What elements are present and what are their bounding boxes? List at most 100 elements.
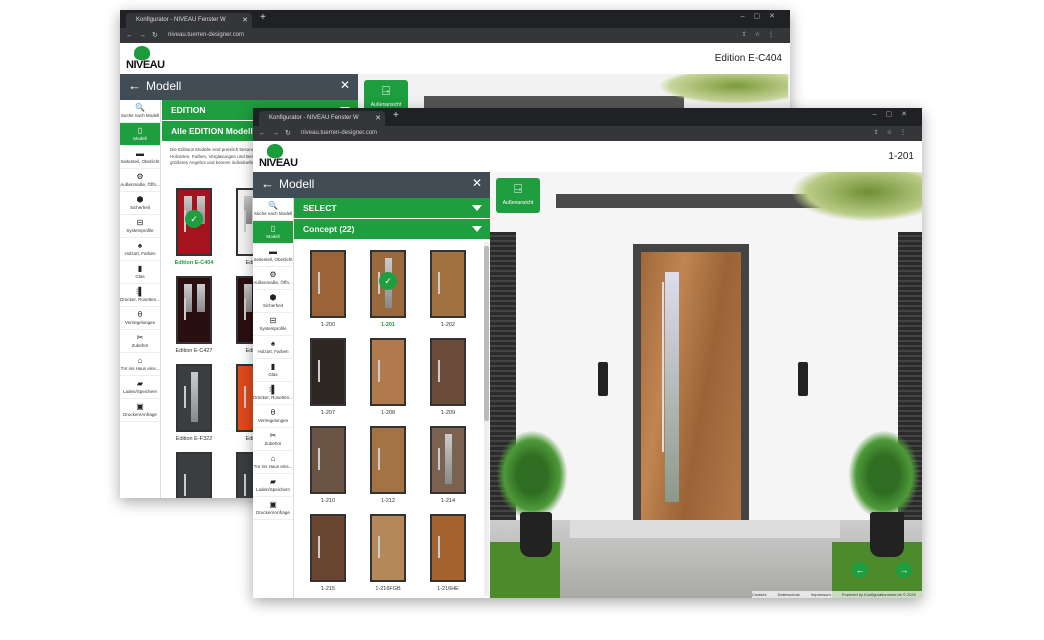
page-footer: Cookies Datenschutz Impressum Powered by…	[752, 591, 922, 598]
sidebar-item[interactable]: ♠ Holzart, Farben	[253, 336, 293, 359]
door-thumbnail[interactable]	[176, 276, 212, 344]
close-icon[interactable]: ✕	[472, 176, 482, 190]
sidebar-item[interactable]: ▮ Glas	[253, 359, 293, 382]
door-handle	[378, 448, 380, 470]
sidebar-item[interactable]: ⬢ Sicherheit	[253, 290, 293, 313]
previous-button[interactable]: ←	[852, 562, 868, 578]
window-controls[interactable]: –▢✕	[741, 12, 784, 20]
sidebar-item[interactable]: ⁝▌ Drücker, Rosetten...	[120, 284, 160, 307]
door-thumbnail[interactable]	[430, 514, 466, 582]
url-field[interactable]: niveau.tuerren-designer.com	[168, 28, 244, 43]
profile-icon: ⊟	[136, 218, 144, 227]
panel-header: ← Modell ✕	[120, 74, 358, 100]
sidebar-item[interactable]: ▯ Modell	[253, 221, 293, 244]
sidebar-item[interactable]: ▣ Drucken/Anfrage	[253, 497, 293, 520]
door-thumbnail[interactable]	[310, 338, 346, 406]
sidebar-item[interactable]: ▣ Drucken/Anfrage	[120, 399, 160, 422]
search-icon: 🔍	[268, 201, 278, 210]
door-thumbnail[interactable]	[176, 364, 212, 432]
sidebar-item[interactable]: ⊟ Systemprofile	[253, 313, 293, 336]
powered-by-text: Powered by Konfigurationstuer.de © 2020	[841, 592, 916, 597]
close-tab-icon[interactable]: ✕	[375, 111, 381, 126]
door-label: 1-208	[380, 410, 396, 416]
dropdown-label: EDITION	[171, 105, 206, 115]
sidebar-item[interactable]: ♠ Holzart, Farben	[120, 238, 160, 261]
browser-tab[interactable]: Konfigurator - NIVEAU Fenster W ✕	[259, 111, 385, 126]
door-thumbnail[interactable]	[310, 514, 346, 582]
sidelight-icon: ▬	[269, 247, 277, 256]
door-handle	[318, 272, 320, 294]
door-thumbnail[interactable]	[310, 250, 346, 318]
planter-right	[870, 512, 904, 557]
door-handle	[184, 386, 186, 408]
sidebar-item[interactable]: ✂ Zubehör	[253, 428, 293, 451]
niveau-logo[interactable]: NIVEAU	[126, 46, 166, 72]
door-thumbnail[interactable]	[370, 338, 406, 406]
sidebar-item[interactable]: ⌂ Tür ins Haus eins...	[120, 353, 160, 376]
sidebar-item[interactable]: ▰ Laden/Speichern	[253, 474, 293, 497]
sidebar-item[interactable]: ✂ Zubehör	[120, 330, 160, 353]
door-thumbnail[interactable]	[430, 338, 466, 406]
window-controls[interactable]: –▢✕	[873, 110, 916, 118]
door-thumbnail[interactable]	[370, 426, 406, 494]
door-frame	[633, 244, 749, 520]
sidebar-item-label: Modell	[266, 234, 280, 239]
sidebar-item[interactable]: ⁝▌ Drücker, Rosetten...	[253, 382, 293, 405]
sidebar-item[interactable]: 🔍 Suche nach Modell	[120, 100, 160, 123]
door-glass	[665, 272, 679, 502]
sidebar-item[interactable]: ⚙ Außenmaße, Öffn...	[120, 169, 160, 192]
sidebar-item[interactable]: ⌂ Tür ins Haus eins...	[253, 451, 293, 474]
sidebar-item[interactable]: ⚙ Außenmaße, Öffn...	[253, 267, 293, 290]
sidebar-item[interactable]: θ Verriegelungen	[120, 307, 160, 330]
sidebar-item[interactable]: ▬ Seitenteil, Oberlicht	[120, 146, 160, 169]
sidebar-item[interactable]: θ Verriegelungen	[253, 405, 293, 428]
sidebar-item[interactable]: ▰ Laden/Speichern	[120, 376, 160, 399]
sidebar-item-label: Seitenteil, Oberlicht	[120, 159, 160, 164]
close-icon[interactable]: ✕	[340, 78, 350, 92]
planter-left	[520, 512, 552, 557]
site-header: NIVEAU Edition E-C404	[120, 43, 790, 74]
privacy-link[interactable]: Datenschutz	[778, 592, 800, 597]
back-arrow-icon[interactable]: ←	[128, 78, 141, 93]
nav-buttons[interactable]: ←→↻	[259, 126, 297, 141]
door-label: 1-207	[320, 410, 336, 416]
concept-dropdown[interactable]: Concept (22)	[294, 219, 490, 239]
nav-buttons[interactable]: ←→↻	[126, 28, 164, 43]
sidebar-item[interactable]: ▯ Modell	[120, 123, 160, 146]
door-label: 1-216FGB	[375, 586, 401, 592]
print-icon: ▣	[269, 500, 277, 509]
sidebar-item[interactable]: ⬢ Sicherheit	[120, 192, 160, 215]
sidebar-item[interactable]: 🔍 Suche nach Modell	[253, 198, 293, 221]
sidebar-item[interactable]: ▮ Glas	[120, 261, 160, 284]
niveau-logo[interactable]: NIVEAU	[259, 144, 299, 170]
select-dropdown[interactable]: SELECT	[294, 198, 490, 218]
door-label: 1-201	[380, 322, 396, 328]
new-tab-icon[interactable]: +	[393, 110, 399, 121]
next-button[interactable]: →	[896, 562, 912, 578]
imprint-link[interactable]: Impressum	[811, 592, 831, 597]
url-field[interactable]: niveau.tuerren-designer.com	[301, 126, 377, 141]
browser-tab[interactable]: Konfigurator - NIVEAU Fenster W ✕	[126, 13, 252, 28]
door-label: Edition E-C404	[174, 260, 214, 266]
door-handle	[318, 360, 320, 382]
door-thumbnail[interactable]	[370, 514, 406, 582]
close-tab-icon[interactable]: ✕	[242, 13, 248, 28]
cookies-link[interactable]: Cookies	[752, 592, 766, 597]
door-thumbnail[interactable]	[430, 250, 466, 318]
back-arrow-icon[interactable]: ←	[261, 176, 274, 191]
sidebar-item[interactable]: ⊟ Systemprofile	[120, 215, 160, 238]
panel-header: ← Modell ✕	[253, 172, 490, 198]
sidebar-item[interactable]: ▬ Seitenteil, Oberlicht	[253, 244, 293, 267]
door-thumbnail[interactable]	[310, 426, 346, 494]
door-thumbnail[interactable]	[430, 426, 466, 494]
door-glass	[191, 372, 198, 422]
grid-scrollbar[interactable]	[484, 242, 489, 596]
share-star-menu-icons[interactable]: ⇪☆⋮	[742, 28, 782, 43]
door-thumbnail[interactable]	[176, 452, 212, 498]
share-star-menu-icons[interactable]: ⇪☆⋮	[874, 126, 914, 141]
tools-icon: ✂	[136, 333, 144, 342]
front-browser-window: Konfigurator - NIVEAU Fenster W ✕ + –▢✕ ←…	[253, 108, 922, 598]
scrollbar-thumb[interactable]	[484, 246, 489, 421]
exterior-view-button[interactable]: ⍈ Außenansicht	[496, 178, 540, 213]
new-tab-icon[interactable]: +	[260, 12, 266, 23]
